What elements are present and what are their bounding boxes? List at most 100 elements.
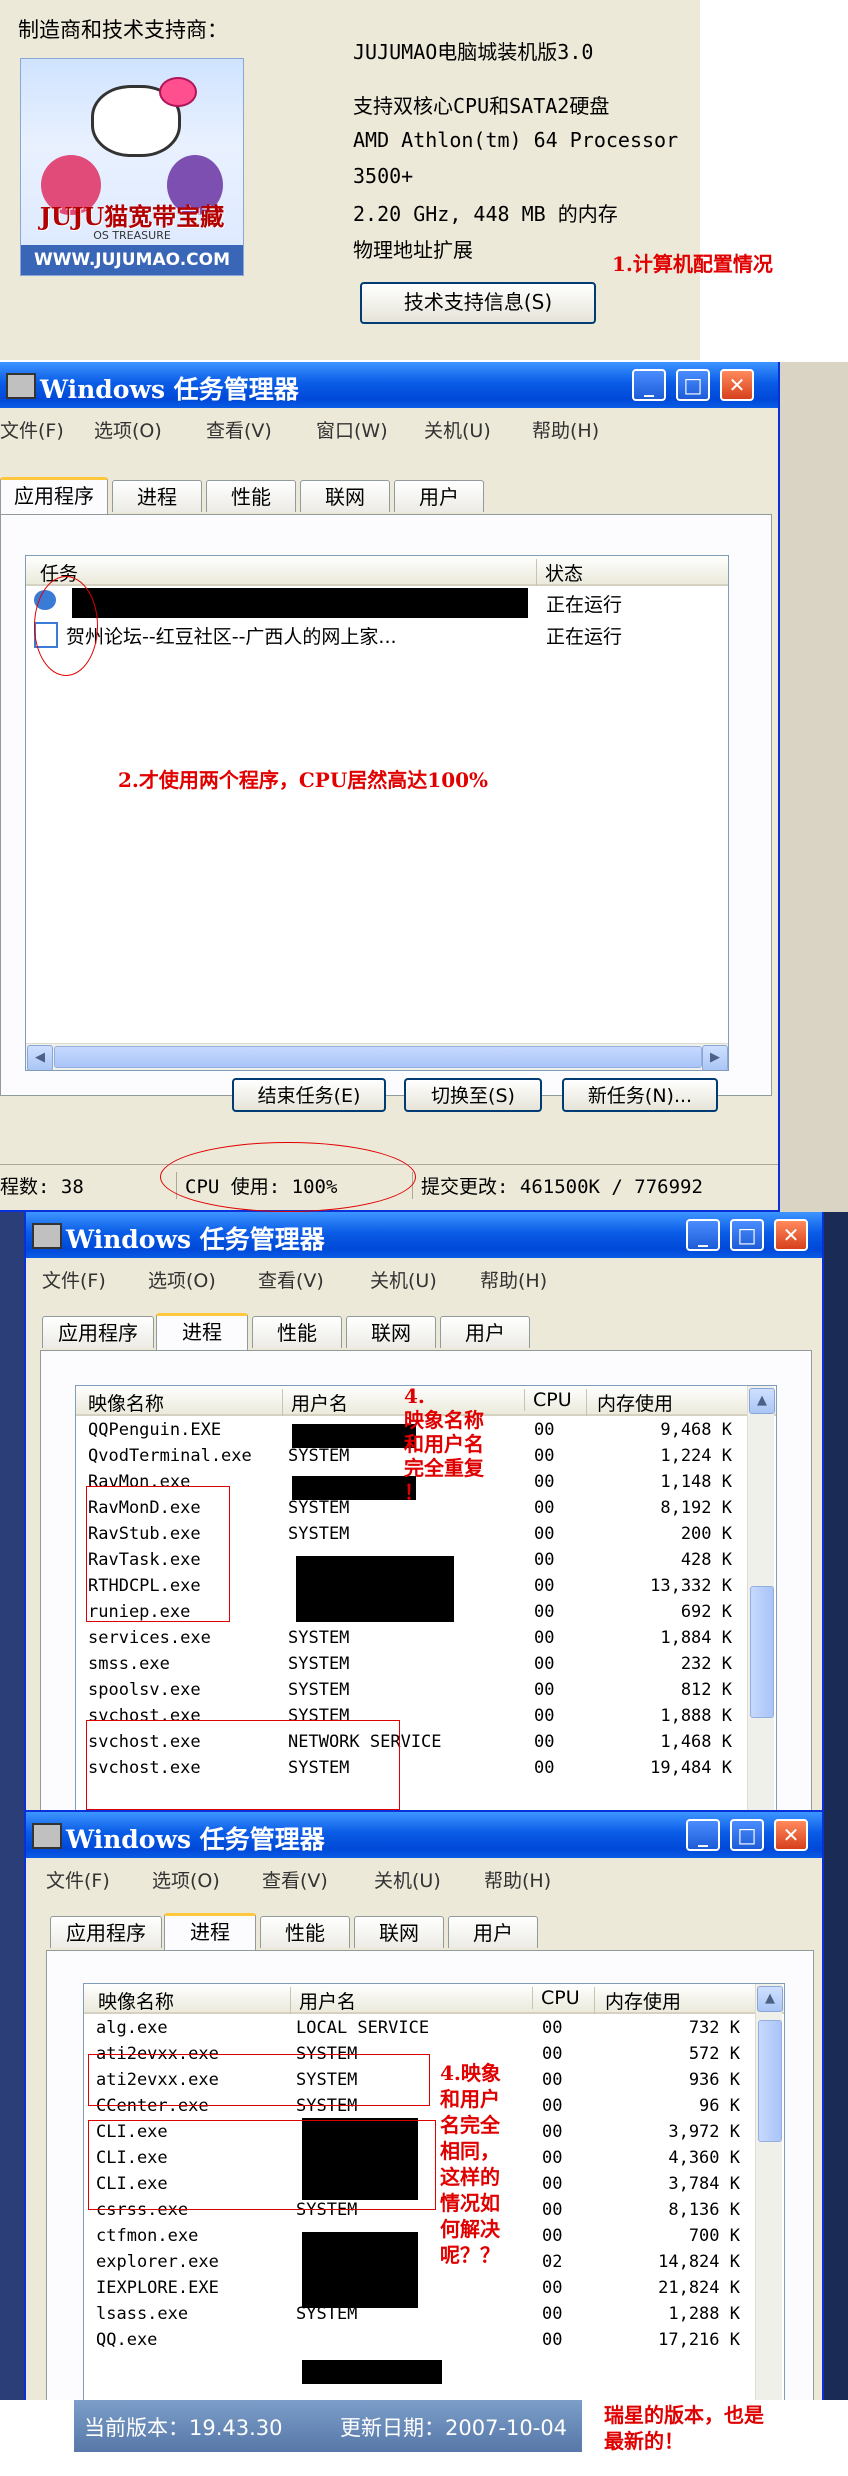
process-memory: 17,216 K [658,2330,740,2350]
menu-file[interactable]: 文件(F) [42,1266,106,1293]
task-list-header: 任务 状态 [26,556,728,586]
tab-networking[interactable]: 联网 [300,480,390,512]
annotation-line: ！ [404,1480,424,1504]
menu-help[interactable]: 帮助(H) [484,1866,551,1893]
task-status: 正在运行 [546,594,623,616]
annotation-line: 情况如 [440,2191,500,2215]
col-cpu[interactable]: CPU [532,1987,580,2009]
menu-shutdown[interactable]: 关机(U) [424,416,491,443]
maximize-button[interactable]: □ [676,369,710,401]
process-row[interactable]: QQ.exe 00 17,216 K [84,2328,784,2354]
annotation-line: 4.映象 [440,2061,501,2085]
close-button[interactable]: ✕ [774,1219,808,1251]
tab-users[interactable]: 用户 [448,1916,538,1948]
minimize-button[interactable]: _ [686,1819,720,1851]
tab-applications[interactable]: 应用程序 [50,1916,162,1948]
title-bar[interactable]: Windows 任务管理器 _ □ ✕ [26,1812,822,1858]
task-list[interactable]: 任务 状态 正在运行 贺州论坛--红豆社区--广西人的网上家... 正在运行 ◀… [25,555,729,1071]
menu-options[interactable]: 选项(O) [152,1866,220,1893]
menu-view[interactable]: 查看(V) [206,416,272,443]
process-row[interactable]: explorer.exe 02 14,824 K [84,2250,784,2276]
redacted-user [302,2360,442,2384]
scroll-right-button[interactable]: ▶ [702,1045,728,1070]
maximize-button[interactable]: □ [730,1819,764,1851]
minimize-button[interactable]: _ [632,369,666,401]
menu-help[interactable]: 帮助(H) [532,416,599,443]
tab-strip: 应用程序 进程 性能 联网 用户 [0,477,778,514]
process-memory: 1,888 K [660,1706,732,1726]
redacted-user [296,1556,454,1622]
status-commit: 提交更改: 461500K / 776992 [412,1172,703,1199]
tab-networking[interactable]: 联网 [346,1316,436,1348]
switch-to-button[interactable]: 切换至(S) [404,1078,542,1112]
col-status[interactable]: 状态 [536,559,583,586]
process-image-name: alg.exe [96,2018,168,2038]
process-row[interactable]: services.exe SYSTEM 00 1,884 K [76,1626,776,1652]
scroll-thumb[interactable] [54,1046,702,1068]
process-cpu: 02 [542,2252,563,2272]
menu-help[interactable]: 帮助(H) [480,1266,547,1293]
tab-processes[interactable]: 进程 [112,480,202,512]
col-cpu[interactable]: CPU [524,1389,572,1411]
tab-applications[interactable]: 应用程序 [0,477,108,514]
col-image-name[interactable]: 映像名称 [88,1389,164,1416]
task-name: 贺州论坛--红豆社区--广西人的网上家... [66,626,397,648]
tab-performance[interactable]: 性能 [252,1316,342,1348]
menu-view[interactable]: 查看(V) [258,1266,324,1293]
process-image-name: QQPenguin.EXE [88,1420,222,1440]
horizontal-scrollbar[interactable]: ◀ ▶ [26,1043,728,1070]
new-task-button[interactable]: 新任务(N)... [562,1078,718,1112]
process-cpu: 00 [542,2044,563,2064]
col-user-name[interactable]: 用户名 [282,1389,348,1416]
window-icon [32,1823,62,1849]
tab-performance[interactable]: 性能 [206,480,296,512]
process-row[interactable]: smss.exe SYSTEM 00 232 K [76,1652,776,1678]
tab-users[interactable]: 用户 [394,480,484,512]
menu-shutdown[interactable]: 关机(U) [374,1866,441,1893]
tech-support-button[interactable]: 技术支持信息(S) [360,282,596,324]
menu-file[interactable]: 文件(F) [46,1866,110,1893]
title-bar[interactable]: Windows 任务管理器 _ □ ✕ [0,362,778,408]
process-list-header: 映像名称 用户名 CPU 内存使用 [84,1984,784,2014]
process-row[interactable]: lsass.exe SYSTEM 00 1,288 K [84,2302,784,2328]
tab-applications[interactable]: 应用程序 [42,1316,154,1348]
sysinfo-line: JUJUMAO电脑城装机版3.0 [353,40,594,64]
process-row[interactable]: ctfmon.exe 00 700 K [84,2224,784,2250]
minimize-button[interactable]: _ [686,1219,720,1251]
process-memory: 1,224 K [660,1446,732,1466]
close-button[interactable]: ✕ [720,369,754,401]
menu-view[interactable]: 查看(V) [262,1866,328,1893]
window-title: Windows 任务管理器 [66,1225,325,1254]
process-cpu: 00 [534,1420,555,1440]
tab-processes[interactable]: 进程 [156,1313,248,1350]
bow-icon [159,77,197,107]
process-memory: 1,288 K [668,2304,740,2324]
scroll-up-button[interactable]: ▲ [757,1986,783,2012]
tab-networking[interactable]: 联网 [354,1916,444,1948]
tab-users[interactable]: 用户 [440,1316,530,1348]
task-row[interactable]: 贺州论坛--红豆社区--广西人的网上家... 正在运行 [26,620,728,648]
close-button[interactable]: ✕ [774,1819,808,1851]
title-bar[interactable]: Windows 任务管理器 _ □ ✕ [26,1212,822,1258]
process-row[interactable]: spoolsv.exe SYSTEM 00 812 K [76,1678,776,1704]
maximize-button[interactable]: □ [730,1219,764,1251]
task-row[interactable]: 正在运行 [26,588,728,618]
end-task-button[interactable]: 结束任务(E) [232,1078,386,1112]
menu-options[interactable]: 选项(O) [148,1266,216,1293]
process-row[interactable]: IEXPLORE.EXE 00 21,824 K [84,2276,784,2302]
annotation-box-svchost [86,1720,400,1810]
tab-processes[interactable]: 进程 [164,1913,256,1950]
col-user-name[interactable]: 用户名 [290,1987,356,2014]
annotation-line: 何解决 [440,2217,500,2241]
tab-performance[interactable]: 性能 [260,1916,350,1948]
col-memory[interactable]: 内存使用 [594,1987,681,2014]
col-memory[interactable]: 内存使用 [586,1389,673,1416]
col-image-name[interactable]: 映像名称 [98,1987,174,2014]
menu-options[interactable]: 选项(O) [94,416,162,443]
menu-file[interactable]: 文件(F) [0,416,64,443]
process-row[interactable]: alg.exe LOCAL SERVICE 00 732 K [84,2016,784,2042]
menu-shutdown[interactable]: 关机(U) [370,1266,437,1293]
scroll-left-button[interactable]: ◀ [27,1045,53,1070]
menu-window[interactable]: 窗口(W) [316,416,388,443]
scroll-up-button[interactable]: ▲ [749,1388,775,1414]
